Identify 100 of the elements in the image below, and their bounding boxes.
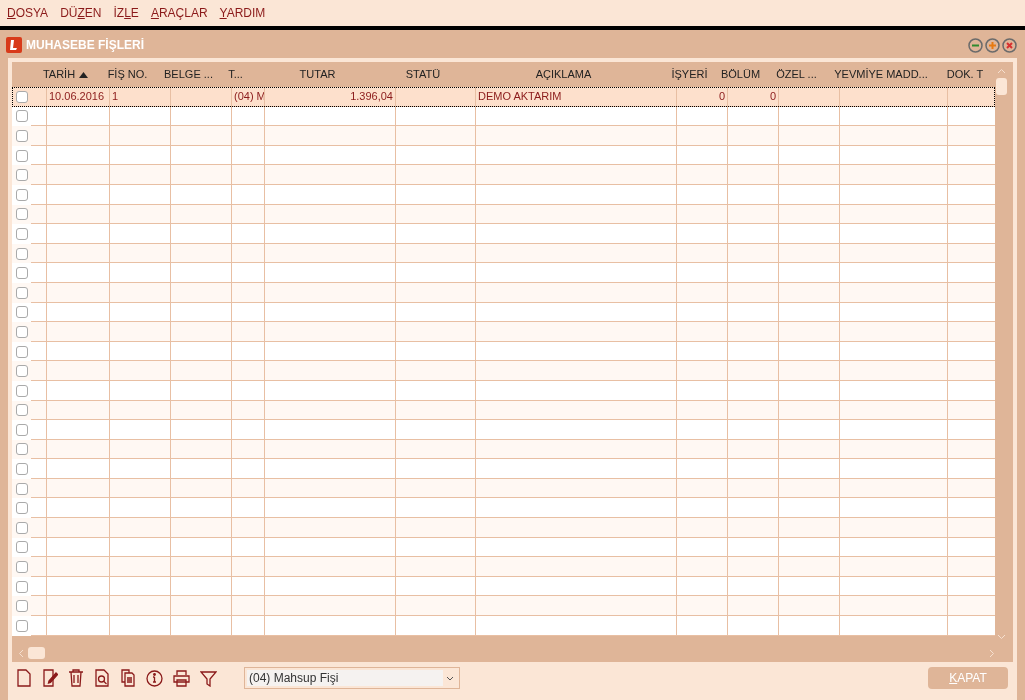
table-cell [110,459,171,479]
row-checkbox[interactable] [15,227,28,240]
column-header[interactable]: ÖZEL ... [776,66,817,83]
row-checkbox[interactable] [15,306,28,319]
table-cell [110,361,171,381]
table-cell [171,263,232,283]
column-header[interactable]: BÖLÜM [720,66,761,83]
table-cell [31,126,47,146]
table-cell [779,322,840,342]
column-header[interactable]: TARİH [42,66,76,83]
row-checkbox[interactable] [15,482,28,495]
row-checkbox[interactable] [15,423,28,436]
column-header[interactable]: STATÜ [405,66,441,83]
row-checkbox[interactable] [15,188,28,201]
selected-row[interactable]: 10.06.2016 1 (04) M 1.396,04 DEMO AKTARIM 0 0 [12,87,995,107]
row-checkbox[interactable] [15,384,28,397]
filter-icon[interactable] [200,669,217,687]
table-cell [110,380,171,401]
table-cell: 10.06.2016 [47,87,110,107]
table-cell [728,459,779,479]
table-cell [110,224,171,244]
table-cell [171,126,232,146]
menu-item[interactable]: ARAÇLAR [150,4,208,22]
row-checkbox[interactable] [15,325,28,338]
column-header[interactable]: BELGE ... [164,66,213,83]
row-checkbox[interactable] [15,404,28,417]
table-cell [47,557,110,577]
row-checkbox[interactable] [15,286,28,299]
table-cell [171,557,232,577]
row-checkbox[interactable] [15,541,28,554]
row-checkbox[interactable] [15,247,28,260]
fiche-type-dropdown[interactable]: (04) Mahsup Fişi [244,667,460,689]
table-cell [232,165,265,185]
row-checkbox[interactable] [15,521,28,534]
info-icon[interactable] [146,669,163,687]
table-cell [728,263,779,283]
row-checkbox[interactable] [15,267,28,280]
scrollbar-thumb[interactable] [28,647,45,659]
minimize-icon[interactable] [968,37,983,53]
menu-item[interactable]: İZLE [113,4,139,22]
menu-item[interactable]: DOSYA [7,4,49,22]
printer-icon[interactable] [173,669,190,687]
table-cell [31,557,47,577]
scrollbar-thumb[interactable] [995,78,1007,95]
table-cell [47,380,110,401]
column-header[interactable]: AÇIKLAMA [535,66,592,83]
column-header[interactable]: YEVMİYE MADD... [834,66,928,83]
new-document-icon[interactable] [16,669,32,687]
menu-item[interactable]: YARDIM [219,4,266,22]
column-header[interactable]: T... [228,66,243,83]
table-cell [728,420,779,440]
row-checkbox[interactable] [15,365,28,378]
row-checkbox[interactable] [15,90,28,103]
table-cell [31,420,47,440]
scroll-right-icon[interactable] [989,648,995,658]
row-checkbox[interactable] [15,463,28,476]
table-cell [110,263,171,283]
table-cell [232,518,265,538]
table-cell [232,282,265,303]
table-cell [232,263,265,283]
scroll-down-icon[interactable] [996,634,1006,640]
table-cell [232,126,265,146]
column-header[interactable]: FİŞ NO. [107,66,148,83]
table-cell [171,322,232,342]
copy-icon[interactable] [120,669,136,687]
row-checkbox[interactable] [15,169,28,182]
row-checkbox[interactable] [15,110,28,123]
table-cell [232,184,265,205]
row-checkbox[interactable] [15,149,28,162]
table-cell [47,361,110,381]
table-cell [677,263,728,283]
row-checkbox[interactable] [15,580,28,593]
scroll-up-icon[interactable] [996,68,1006,74]
row-checkbox[interactable] [15,130,28,142]
trash-icon[interactable] [68,669,84,687]
row-checkbox[interactable] [15,619,28,632]
row-checkbox[interactable] [15,345,28,358]
menu-item[interactable]: DÜZEN [60,4,102,22]
window-title: MUHASEBE FİŞLERİ [26,37,144,54]
table-cell [232,459,265,479]
edit-document-icon[interactable] [42,669,58,687]
close-icon[interactable] [1002,37,1017,53]
table-cell [171,380,232,401]
scroll-left-icon[interactable] [18,648,24,658]
row-checkbox[interactable] [15,443,28,456]
table-cell [110,282,171,303]
table-cell [728,282,779,303]
row-checkbox[interactable] [15,600,28,613]
row-checkbox[interactable] [15,208,28,221]
table-cell [110,616,171,636]
column-header[interactable]: DOK. T [946,66,984,83]
maximize-icon[interactable] [985,37,1000,53]
column-header[interactable]: İŞYERİ [671,66,708,83]
table-cell [31,322,47,342]
preview-icon[interactable] [94,669,110,687]
row-checkbox[interactable] [15,502,28,515]
table-cell [171,184,232,205]
column-header[interactable]: TUTAR [299,66,336,83]
row-checkbox[interactable] [15,561,28,574]
table-row[interactable] [12,106,995,127]
